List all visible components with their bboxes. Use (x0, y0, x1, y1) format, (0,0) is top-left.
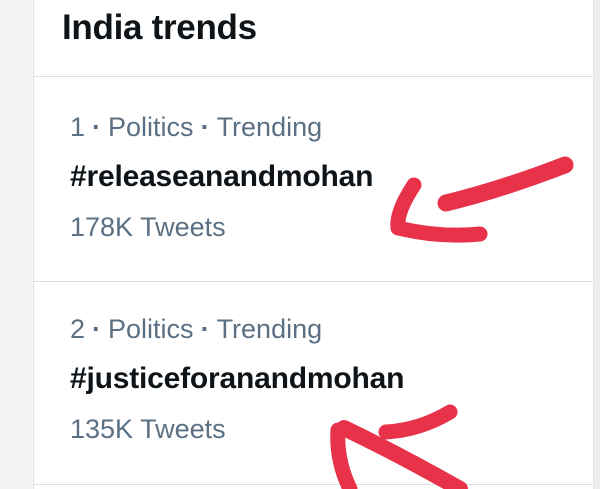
meta-separator: · (200, 112, 210, 142)
panel-title: India trends (62, 8, 257, 47)
divider (34, 484, 593, 485)
trend-meta: 2 · Politics · Trending (70, 314, 322, 345)
trend-item-2[interactable]: 2 · Politics · Trending #justiceforanandmoha… (34, 282, 593, 482)
trend-hashtag[interactable]: #releaseanandmohan (70, 160, 373, 194)
meta-separator: · (200, 314, 210, 344)
meta-separator: · (92, 112, 102, 142)
trend-rank: 2 (70, 314, 86, 344)
trend-rank: 1 (70, 112, 86, 142)
trend-tweet-count: 135K Tweets (70, 414, 226, 444)
scrollbar[interactable] (593, 0, 600, 489)
divider (34, 76, 593, 77)
trend-tweet-count: 178K Tweets (70, 212, 226, 242)
trends-panel: India trends 1 · Politics · Trending #releas… (34, 0, 593, 489)
trend-meta: 1 · Politics · Trending (70, 112, 322, 143)
trend-category: Politics (108, 112, 194, 142)
meta-separator: · (92, 314, 102, 344)
trend-hashtag[interactable]: #justiceforanandmohan (70, 362, 404, 396)
trend-status: Trending (216, 112, 323, 142)
trend-status: Trending (216, 314, 323, 344)
trend-category: Politics (108, 314, 194, 344)
left-rail (0, 0, 34, 489)
trend-item-1[interactable]: 1 · Politics · Trending #releaseanandmohan 1… (34, 80, 593, 280)
